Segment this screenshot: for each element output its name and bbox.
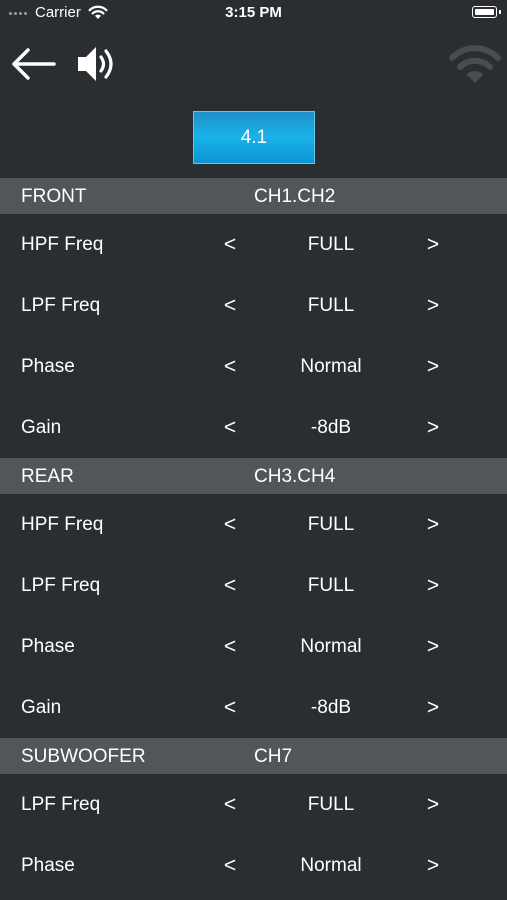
battery-icon [472,6,501,18]
increase-button[interactable]: > [421,850,445,882]
decrease-button[interactable]: < [218,290,242,322]
clock-time: 3:15 PM [225,4,282,21]
param-value: FULL [307,295,355,316]
param-value: Normal [300,356,362,377]
speaker-mode-label: 4.1 [240,126,268,148]
increase-button[interactable]: > [421,692,445,724]
decrease-button[interactable]: < [218,509,242,541]
param-label: Phase [21,356,75,377]
section-name: SUBWOOFER [21,746,146,767]
rear-hpf-freq-row: HPF Freq < FULL > [0,494,507,555]
decrease-button[interactable]: < [218,570,242,602]
decrease-button[interactable]: < [218,631,242,663]
increase-button[interactable]: > [421,290,445,322]
increase-button[interactable]: > [421,412,445,444]
arrow-left-icon [12,48,56,80]
increase-button[interactable]: > [421,509,445,541]
decrease-button[interactable]: < [218,692,242,724]
front-gain-row: Gain < -8dB > [0,397,507,458]
rear-gain-row: Gain < -8dB > [0,677,507,738]
section-name: FRONT [21,186,87,207]
front-lpf-freq-row: LPF Freq < FULL > [0,275,507,336]
back-button[interactable] [10,42,58,86]
param-label: HPF Freq [21,234,104,255]
increase-button[interactable]: > [421,570,445,602]
increase-button[interactable]: > [421,351,445,383]
decrease-button[interactable]: < [218,412,242,444]
param-value: -8dB [310,697,352,718]
status-bar: Carrier 3:15 PM [0,0,507,28]
section-name: REAR [21,466,74,487]
subwoofer-phase-row: Phase < Normal > [0,835,507,896]
param-value: -8dB [310,417,352,438]
param-label: Gain [21,417,62,438]
param-value: FULL [307,234,355,255]
connection-status [445,36,505,88]
param-label: HPF Freq [21,514,104,535]
front-hpf-freq-row: HPF Freq < FULL > [0,214,507,275]
param-label: Gain [21,697,62,718]
decrease-button[interactable]: < [218,789,242,821]
decrease-button[interactable]: < [218,229,242,261]
speaker-volume-icon [78,47,113,81]
param-label: Phase [21,855,75,876]
param-value: FULL [307,514,355,535]
section-channels: CH3.CH4 [254,466,336,487]
toolbar [0,36,507,92]
section-header-front: FRONT CH1.CH2 [0,178,507,214]
param-label: LPF Freq [21,575,101,596]
decrease-button[interactable]: < [218,850,242,882]
speaker-mode-button[interactable]: 4.1 [193,111,315,164]
channel-settings: FRONT CH1.CH2 HPF Freq < FULL > LPF Freq… [0,178,507,896]
section-header-subwoofer: SUBWOOFER CH7 [0,738,507,774]
param-value: FULL [307,794,355,815]
param-label: Phase [21,636,75,657]
param-value: FULL [307,575,355,596]
section-channels: CH1.CH2 [254,186,336,207]
param-label: LPF Freq [21,295,101,316]
rear-phase-row: Phase < Normal > [0,616,507,677]
section-channels: CH7 [254,746,293,767]
section-header-rear: REAR CH3.CH4 [0,458,507,494]
front-phase-row: Phase < Normal > [0,336,507,397]
increase-button[interactable]: > [421,631,445,663]
rear-lpf-freq-row: LPF Freq < FULL > [0,555,507,616]
increase-button[interactable]: > [421,789,445,821]
param-label: LPF Freq [21,794,101,815]
decrease-button[interactable]: < [218,351,242,383]
param-value: Normal [300,855,362,876]
increase-button[interactable]: > [421,229,445,261]
wifi-disconnected-icon [449,45,501,83]
param-value: Normal [300,636,362,657]
subwoofer-lpf-freq-row: LPF Freq < FULL > [0,774,507,835]
speaker-button[interactable] [76,42,120,86]
